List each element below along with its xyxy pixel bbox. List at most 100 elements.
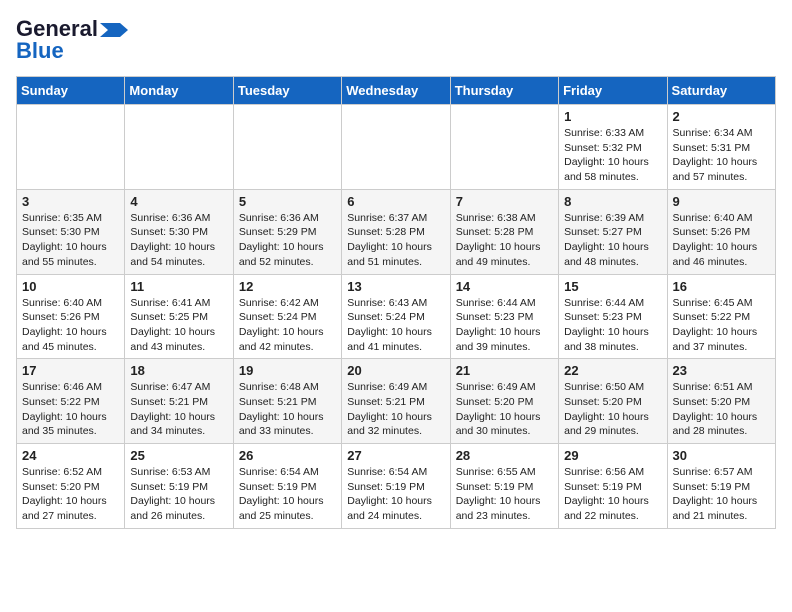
day-info: Sunrise: 6:43 AM Sunset: 5:24 PM Dayligh…: [347, 296, 444, 355]
logo-blue: Blue: [16, 38, 64, 64]
calendar-cell: 21Sunrise: 6:49 AM Sunset: 5:20 PM Dayli…: [450, 359, 558, 444]
calendar-week-row: 3Sunrise: 6:35 AM Sunset: 5:30 PM Daylig…: [17, 189, 776, 274]
calendar-cell: 27 Sunrise: 6:54 AM Sunset: 5:19 PM Dayli…: [342, 444, 450, 529]
weekday-header: Wednesday: [342, 77, 450, 105]
day-number: 19: [239, 363, 336, 378]
day-number: 4: [130, 194, 227, 209]
day-number: 28: [456, 448, 553, 463]
day-number: 15: [564, 279, 661, 294]
weekday-header: Sunday: [17, 77, 125, 105]
day-info: Sunrise: 6:38 AM Sunset: 5:28 PM Dayligh…: [456, 211, 553, 270]
calendar-cell: 12 Sunrise: 6:42 AM Sunset: 5:24 PM Dayli…: [233, 274, 341, 359]
calendar-header-row: SundayMondayTuesdayWednesdayThursdayFrid…: [17, 77, 776, 105]
calendar-cell: [450, 105, 558, 190]
day-number: 25: [130, 448, 227, 463]
day-info: Sunrise: 6:54 AM Sunset: 5:19 PM Dayligh…: [239, 465, 336, 524]
calendar-cell: 23 Sunrise: 6:51 AM Sunset: 5:20 PM Dayli…: [667, 359, 775, 444]
day-info: Sunrise: 6:49 AM Sunset: 5:21 PM Dayligh…: [347, 380, 444, 439]
day-number: 18: [130, 363, 227, 378]
day-number: 27: [347, 448, 444, 463]
weekday-header: Tuesday: [233, 77, 341, 105]
day-number: 2: [673, 109, 770, 124]
calendar-cell: 5 Sunrise: 6:36 AM Sunset: 5:29 PM Daylig…: [233, 189, 341, 274]
day-number: 8: [564, 194, 661, 209]
calendar-cell: 20 Sunrise: 6:49 AM Sunset: 5:21 PM Dayli…: [342, 359, 450, 444]
day-info: Sunrise: 6:40 AM Sunset: 5:26 PM Dayligh…: [673, 211, 770, 270]
calendar-cell: [17, 105, 125, 190]
day-info: Sunrise: 6:53 AM Sunset: 5:19 PM Dayligh…: [130, 465, 227, 524]
day-info: Sunrise: 6:51 AM Sunset: 5:20 PM Dayligh…: [673, 380, 770, 439]
calendar-cell: 22 Sunrise: 6:50 AM Sunset: 5:20 PM Dayli…: [559, 359, 667, 444]
calendar-cell: 3Sunrise: 6:35 AM Sunset: 5:30 PM Daylig…: [17, 189, 125, 274]
calendar-cell: 11 Sunrise: 6:41 AM Sunset: 5:25 PM Dayli…: [125, 274, 233, 359]
day-info: Sunrise: 6:57 AM Sunset: 5:19 PM Dayligh…: [673, 465, 770, 524]
calendar-cell: 19 Sunrise: 6:48 AM Sunset: 5:21 PM Dayli…: [233, 359, 341, 444]
day-info: Sunrise: 6:36 AM Sunset: 5:29 PM Dayligh…: [239, 211, 336, 270]
day-info: Sunrise: 6:55 AM Sunset: 5:19 PM Dayligh…: [456, 465, 553, 524]
calendar-week-row: 24 Sunrise: 6:52 AM Sunset: 5:20 PM Dayli…: [17, 444, 776, 529]
calendar-cell: 14 Sunrise: 6:44 AM Sunset: 5:23 PM Dayli…: [450, 274, 558, 359]
calendar-cell: 26 Sunrise: 6:54 AM Sunset: 5:19 PM Dayli…: [233, 444, 341, 529]
calendar-cell: 9 Sunrise: 6:40 AM Sunset: 5:26 PM Daylig…: [667, 189, 775, 274]
day-info: Sunrise: 6:39 AM Sunset: 5:27 PM Dayligh…: [564, 211, 661, 270]
day-number: 24: [22, 448, 119, 463]
day-number: 5: [239, 194, 336, 209]
day-info: Sunrise: 6:44 AM Sunset: 5:23 PM Dayligh…: [564, 296, 661, 355]
calendar-cell: [125, 105, 233, 190]
header: General Blue: [16, 16, 776, 64]
day-number: 29: [564, 448, 661, 463]
calendar-cell: 16Sunrise: 6:45 AM Sunset: 5:22 PM Dayli…: [667, 274, 775, 359]
calendar-cell: 1 Sunrise: 6:33 AM Sunset: 5:32 PM Daylig…: [559, 105, 667, 190]
day-number: 1: [564, 109, 661, 124]
day-info: Sunrise: 6:45 AM Sunset: 5:22 PM Dayligh…: [673, 296, 770, 355]
day-number: 17: [22, 363, 119, 378]
logo-arrow-icon: [100, 23, 128, 37]
calendar: SundayMondayTuesdayWednesdayThursdayFrid…: [16, 76, 776, 529]
calendar-week-row: 17 Sunrise: 6:46 AM Sunset: 5:22 PM Dayli…: [17, 359, 776, 444]
day-info: Sunrise: 6:35 AM Sunset: 5:30 PM Dayligh…: [22, 211, 119, 270]
calendar-cell: 25 Sunrise: 6:53 AM Sunset: 5:19 PM Dayli…: [125, 444, 233, 529]
day-info: Sunrise: 6:37 AM Sunset: 5:28 PM Dayligh…: [347, 211, 444, 270]
day-number: 12: [239, 279, 336, 294]
day-number: 11: [130, 279, 227, 294]
day-info: Sunrise: 6:52 AM Sunset: 5:20 PM Dayligh…: [22, 465, 119, 524]
day-info: Sunrise: 6:34 AM Sunset: 5:31 PM Dayligh…: [673, 126, 770, 185]
calendar-cell: [233, 105, 341, 190]
day-info: Sunrise: 6:40 AM Sunset: 5:26 PM Dayligh…: [22, 296, 119, 355]
calendar-cell: 17 Sunrise: 6:46 AM Sunset: 5:22 PM Dayli…: [17, 359, 125, 444]
day-number: 6: [347, 194, 444, 209]
day-number: 10: [22, 279, 119, 294]
day-number: 9: [673, 194, 770, 209]
weekday-header: Friday: [559, 77, 667, 105]
day-number: 21: [456, 363, 553, 378]
calendar-cell: 6 Sunrise: 6:37 AM Sunset: 5:28 PM Daylig…: [342, 189, 450, 274]
day-number: 13: [347, 279, 444, 294]
calendar-cell: 10 Sunrise: 6:40 AM Sunset: 5:26 PM Dayli…: [17, 274, 125, 359]
calendar-cell: 29 Sunrise: 6:56 AM Sunset: 5:19 PM Dayli…: [559, 444, 667, 529]
calendar-cell: 24 Sunrise: 6:52 AM Sunset: 5:20 PM Dayli…: [17, 444, 125, 529]
day-info: Sunrise: 6:44 AM Sunset: 5:23 PM Dayligh…: [456, 296, 553, 355]
day-number: 23: [673, 363, 770, 378]
day-number: 14: [456, 279, 553, 294]
day-info: Sunrise: 6:41 AM Sunset: 5:25 PM Dayligh…: [130, 296, 227, 355]
calendar-cell: 2 Sunrise: 6:34 AM Sunset: 5:31 PM Daylig…: [667, 105, 775, 190]
calendar-cell: 8 Sunrise: 6:39 AM Sunset: 5:27 PM Daylig…: [559, 189, 667, 274]
day-info: Sunrise: 6:33 AM Sunset: 5:32 PM Dayligh…: [564, 126, 661, 185]
day-info: Sunrise: 6:46 AM Sunset: 5:22 PM Dayligh…: [22, 380, 119, 439]
day-info: Sunrise: 6:36 AM Sunset: 5:30 PM Dayligh…: [130, 211, 227, 270]
day-number: 26: [239, 448, 336, 463]
calendar-cell: [342, 105, 450, 190]
calendar-week-row: 1 Sunrise: 6:33 AM Sunset: 5:32 PM Daylig…: [17, 105, 776, 190]
day-info: Sunrise: 6:56 AM Sunset: 5:19 PM Dayligh…: [564, 465, 661, 524]
weekday-header: Monday: [125, 77, 233, 105]
day-info: Sunrise: 6:54 AM Sunset: 5:19 PM Dayligh…: [347, 465, 444, 524]
day-number: 22: [564, 363, 661, 378]
day-number: 7: [456, 194, 553, 209]
weekday-header: Saturday: [667, 77, 775, 105]
day-info: Sunrise: 6:42 AM Sunset: 5:24 PM Dayligh…: [239, 296, 336, 355]
day-number: 20: [347, 363, 444, 378]
day-info: Sunrise: 6:48 AM Sunset: 5:21 PM Dayligh…: [239, 380, 336, 439]
calendar-cell: 28 Sunrise: 6:55 AM Sunset: 5:19 PM Dayli…: [450, 444, 558, 529]
day-info: Sunrise: 6:50 AM Sunset: 5:20 PM Dayligh…: [564, 380, 661, 439]
logo: General Blue: [16, 16, 128, 64]
